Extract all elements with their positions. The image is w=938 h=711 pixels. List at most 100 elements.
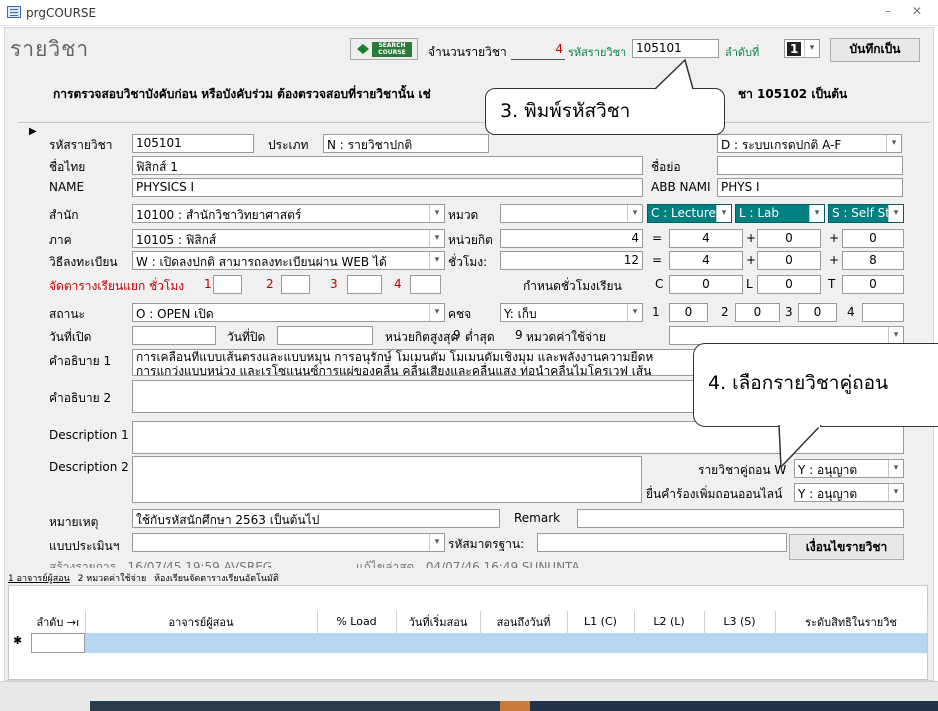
office-select[interactable]: 10100 : สำนักวิชาวิทยาศาสตร์ ▾ — [132, 204, 445, 223]
min-credit-label: ต่ำสุด — [465, 330, 495, 344]
taskbar-app[interactable] — [500, 701, 530, 711]
evaluation-label: แบบประเมินฯ — [49, 539, 120, 553]
status-value: O : OPEN เปิด — [136, 307, 214, 321]
column-header[interactable]: L2 (L) — [634, 611, 705, 634]
set-l-input[interactable]: 0 — [757, 275, 821, 294]
hours-lab-input[interactable]: 0 — [757, 251, 821, 270]
kpc-value: Y: เก็บ — [504, 307, 537, 321]
new-record-icon[interactable]: ✱ — [13, 634, 22, 647]
abb-name-input[interactable]: PHYS I — [717, 178, 903, 197]
credit-self-input[interactable]: 0 — [842, 229, 904, 248]
credit-lecture-input[interactable]: 4 — [669, 229, 743, 248]
hours-input[interactable]: 12 — [500, 251, 643, 270]
column-header[interactable]: L3 (S) — [704, 611, 776, 634]
hours-lecture-input[interactable]: 4 — [669, 251, 743, 270]
lecture-select[interactable]: C : Lecture ▾ — [647, 204, 732, 223]
code-input[interactable]: 105101 — [132, 134, 254, 153]
hours-self-input[interactable]: 8 — [842, 251, 904, 270]
prereq-note-right: ชา 105102 เป็นต้น — [738, 87, 848, 101]
order-select-value: 1 — [787, 42, 802, 56]
chevron-down-icon: ▾ — [888, 327, 903, 344]
chevron-down-icon: ▾ — [429, 304, 444, 321]
header-code-input[interactable]: 105101 — [632, 39, 719, 58]
english-name-input[interactable]: PHYSICS I — [132, 178, 643, 197]
chevron-down-icon: ▾ — [429, 252, 444, 269]
n3-label: 3 — [785, 305, 793, 319]
schedule-3-label: 3 — [330, 277, 338, 291]
column-header[interactable]: อาจารย์ผู้สอน — [85, 611, 318, 634]
tab-expense-category[interactable]: 2 หมวดค่าใช้จ่าย — [78, 574, 147, 584]
type-label: ประเภท — [268, 138, 309, 152]
lab-select[interactable]: L : Lab ▾ — [735, 204, 825, 223]
column-header[interactable]: วันที่เริ่มสอน — [396, 611, 481, 634]
schedule-2-label: 2 — [266, 277, 274, 291]
short-name-input[interactable] — [717, 156, 903, 175]
taskbar-strip-right — [530, 701, 938, 711]
credit-input[interactable]: 4 — [500, 229, 643, 248]
course-condition-button[interactable]: เงื่อนไขรายวิชา — [789, 534, 904, 560]
column-header[interactable]: สอนถึงวันที่ — [480, 611, 568, 634]
set-t-input[interactable]: 0 — [842, 275, 904, 294]
chevron-down-icon: ▾ — [809, 205, 824, 222]
online-request-select[interactable]: Y : อนุญาต ▾ — [794, 483, 904, 502]
standard-code-input[interactable] — [537, 533, 787, 552]
column-header[interactable]: % Load — [317, 611, 397, 634]
remark-input[interactable] — [577, 509, 904, 528]
self-study-select[interactable]: S : Self St ▾ — [828, 204, 904, 223]
english-description-2-textarea[interactable] — [132, 456, 642, 503]
minimize-button[interactable]: – — [885, 4, 891, 18]
column-header[interactable]: L1 (C) — [567, 611, 635, 634]
instructor-subform: ลำดับ →ı อาจารย์ผู้สอน % Load วันที่เริ่… — [8, 585, 928, 680]
search-course-button[interactable]: SEARCH COURSE — [350, 38, 418, 60]
n1-input[interactable]: 0 — [669, 303, 708, 322]
n3-input[interactable]: 0 — [798, 303, 837, 322]
thai-name-input[interactable]: ฟิสิกส์ 1 — [132, 156, 643, 175]
category-select[interactable]: ▾ — [500, 204, 643, 223]
close-button[interactable]: ✕ — [912, 4, 922, 18]
evaluation-select[interactable]: ▾ — [132, 533, 445, 552]
schedule-1-input[interactable] — [213, 275, 242, 294]
save-as-button[interactable]: บันทึกเป็น — [830, 38, 920, 62]
course-count-value: 4 — [511, 42, 565, 60]
tab-instructors[interactable]: 1 อาจารย์ผู้สอน — [8, 574, 70, 584]
open-date-input[interactable] — [132, 326, 216, 345]
new-row-order-cell[interactable] — [31, 633, 85, 653]
course-form: รายวิชา SEARCH COURSE จำนวนรายวิชา 4 รหั… — [4, 27, 938, 681]
kpc-select[interactable]: Y: เก็บ ▾ — [500, 303, 643, 322]
record-selector-icon[interactable]: ▶ — [29, 126, 37, 137]
instructor-grid: ลำดับ →ı อาจารย์ผู้สอน % Load วันที่เริ่… — [31, 611, 928, 634]
online-request-value: Y : อนุญาต — [798, 487, 858, 501]
callout-withdraw-pair: 4. เลือกรายวิชาคู่ถอน — [693, 343, 938, 427]
status-select[interactable]: O : OPEN เปิด ▾ — [132, 303, 445, 322]
code-label: รหัสรายวิชา — [49, 138, 113, 152]
online-request-label: ยื่นคำร้องเพิ่มถอนออนไลน์ — [646, 487, 783, 501]
set-c-input[interactable]: 0 — [669, 275, 743, 294]
column-header[interactable]: ลำดับ →ı — [31, 611, 86, 634]
close-date-input[interactable] — [277, 326, 373, 345]
schedule-4-input[interactable] — [410, 275, 441, 294]
grade-system-select[interactable]: D : ระบบเกรดปกติ A-F ▾ — [717, 134, 902, 153]
column-header[interactable]: ระดับสิทธิในรายวิช — [775, 611, 928, 634]
type-select[interactable]: N : รายวิชาปกติ — [323, 134, 489, 153]
self-study-value: S : Self St — [832, 206, 890, 220]
type-value: N : รายวิชาปกติ — [327, 138, 413, 152]
schedule-2-input[interactable] — [281, 275, 310, 294]
window-title: prgCOURSE — [26, 6, 97, 20]
schedule-3-input[interactable] — [347, 275, 382, 294]
form-icon — [7, 6, 21, 18]
n2-input[interactable]: 0 — [735, 303, 780, 322]
remark-thai-input[interactable]: ใช้กับรหัสนักศึกษา 2563 เป็นต้นไป — [132, 509, 500, 528]
order-select[interactable]: 1 ▾ — [784, 39, 820, 58]
header-code-label: รหัสรายวิชา — [568, 46, 627, 59]
new-row[interactable] — [85, 633, 927, 653]
english-name-label: NAME — [49, 180, 85, 194]
office-value: 10100 : สำนักวิชาวิทยาศาสตร์ — [136, 208, 302, 222]
office-label: สำนัก — [49, 208, 79, 222]
set-t-label: T — [828, 277, 836, 291]
department-select[interactable]: 10105 : ฟิสิกส์ ▾ — [132, 229, 445, 248]
credit-lab-input[interactable]: 0 — [757, 229, 821, 248]
set-hours-label: กำหนดชั่วโมงเรียน — [523, 279, 622, 293]
registration-select[interactable]: W : เปิดลงปกติ สามารถลงทะเบียนผ่าน WEB ไ… — [132, 251, 445, 270]
tab-auto-room[interactable]: ห้องเรียนจัดตารางเรียนอัตโนมัติ — [154, 574, 279, 584]
n4-input[interactable] — [862, 303, 904, 322]
